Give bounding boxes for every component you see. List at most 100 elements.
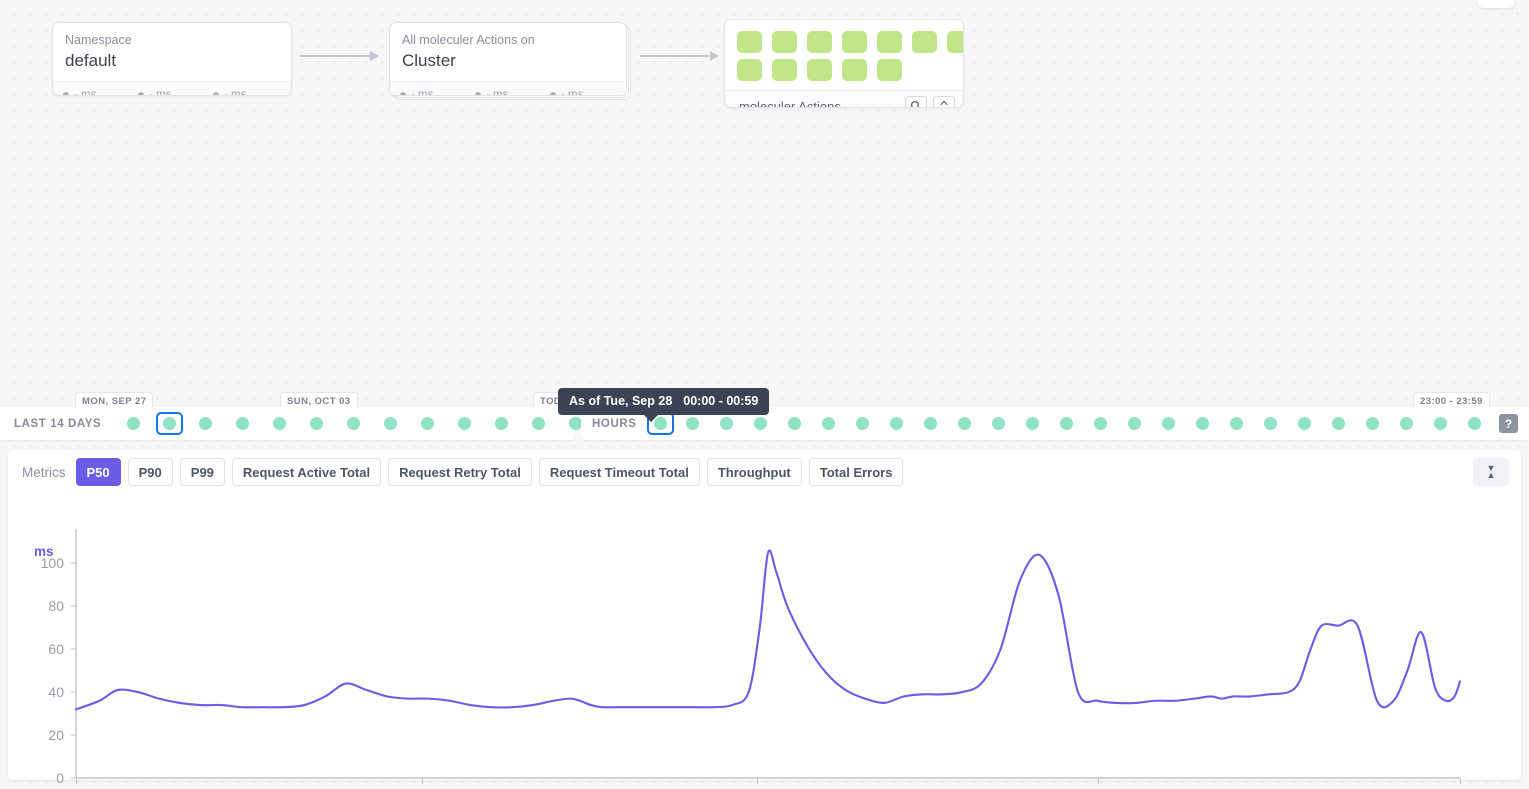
hour-dot[interactable] [1332, 417, 1346, 430]
search-icon[interactable] [905, 95, 927, 107]
timeline: MON, SEP 27SUN, OCT 03TODAY 23:00 - 23:5… [0, 388, 1529, 440]
metric-status-dot [475, 92, 481, 95]
connector-arrow-1 [300, 51, 379, 61]
metric-tab-p99[interactable]: P99 [179, 458, 225, 486]
hour-dot[interactable] [1162, 417, 1176, 430]
connector-arrow-2 [640, 51, 719, 61]
hour-dot[interactable] [788, 417, 802, 430]
node-title: default [65, 51, 117, 70]
hour-dot[interactable] [924, 417, 938, 430]
hour-dot[interactable] [856, 417, 870, 430]
metric-status-dot [400, 92, 406, 95]
day-dot-selected[interactable] [156, 412, 184, 435]
collapse-expand-icon[interactable]: ▼ ▲ [1473, 458, 1509, 486]
node-metric: - ms [550, 89, 625, 95]
hour-dot[interactable] [1060, 417, 1074, 430]
stepper-icon[interactable] [933, 95, 955, 107]
hour-dot[interactable] [992, 417, 1006, 430]
hour-dot[interactable] [1196, 417, 1210, 430]
metric-status-dot [550, 92, 556, 95]
hour-dot[interactable] [890, 417, 904, 430]
hour-dot[interactable] [1400, 417, 1414, 430]
metric-tab-throughput[interactable]: Throughput [706, 458, 802, 486]
node-metric: - ms [138, 89, 213, 95]
node-metric: - ms [213, 89, 288, 95]
node-subtitle: Namespace [65, 33, 132, 47]
action-tile[interactable] [877, 31, 902, 53]
day-dot[interactable] [310, 417, 324, 430]
tooltip-prefix: As of Tue, Sep 28 [569, 394, 673, 408]
days-band-label: LAST 14 DAYS [14, 417, 102, 430]
hour-dot[interactable] [958, 417, 972, 430]
metric-tab-list: P50 P90 P99 Request Active Total Request Ret… [75, 458, 911, 486]
node-card-namespace[interactable]: Namespace default - ms - ms - ms [52, 22, 292, 96]
metric-tab-request-active-total[interactable]: Request Active Total [231, 458, 382, 486]
metric-status-dot [138, 92, 144, 95]
hour-dot[interactable] [1094, 417, 1108, 430]
day-dot[interactable] [458, 417, 472, 430]
hour-dot[interactable] [1298, 417, 1312, 430]
moleculer-actions-group[interactable]: moleculer Actions [724, 19, 964, 108]
chart-plot-area [74, 529, 1462, 779]
hour-dot[interactable] [1264, 417, 1278, 430]
metric-tab-request-retry-total[interactable]: Request Retry Total [388, 458, 532, 486]
action-tile[interactable] [737, 59, 762, 81]
node-subtitle: All moleculer Actions on [402, 33, 535, 47]
day-dot[interactable] [127, 417, 141, 430]
action-tile[interactable] [807, 31, 832, 53]
timeline-days-band[interactable]: LAST 14 DAYS [0, 407, 657, 440]
action-tile[interactable] [772, 31, 797, 53]
day-dot[interactable] [421, 417, 435, 430]
hour-dot[interactable] [1230, 417, 1244, 430]
day-dot[interactable] [347, 417, 361, 430]
action-tile[interactable] [877, 59, 902, 81]
hour-dot[interactable] [1434, 417, 1448, 430]
action-tile[interactable] [772, 59, 797, 81]
node-metrics-row: - ms - ms - ms [53, 81, 291, 95]
action-tile[interactable] [807, 59, 832, 81]
metric-tab-request-timeout-total[interactable]: Request Timeout Total [538, 458, 700, 486]
node-metric: - ms [475, 89, 550, 95]
metrics-tabs-label: Metrics [22, 464, 66, 480]
node-metric: - ms [63, 89, 138, 95]
chart-x-tick-mark [757, 778, 759, 784]
top-edge-pill [1477, 0, 1515, 8]
hour-dot[interactable] [1026, 417, 1040, 430]
metric-tab-p50[interactable]: P50 [75, 458, 121, 486]
day-dot[interactable] [236, 417, 250, 430]
hour-dot[interactable] [1128, 417, 1142, 430]
action-tile[interactable] [912, 31, 937, 53]
action-tile[interactable] [842, 59, 867, 81]
metric-tab-total-errors[interactable]: Total Errors [808, 458, 904, 486]
node-title: Cluster [402, 51, 456, 70]
hour-dot-strip [645, 412, 1492, 435]
hour-dot[interactable] [686, 417, 700, 430]
day-dot[interactable] [199, 417, 213, 430]
node-card-body: All moleculer Actions on Cluster [390, 23, 626, 81]
hour-dot[interactable] [1468, 417, 1482, 430]
day-dot[interactable] [532, 417, 546, 430]
node-card-body: Namespace default [53, 23, 291, 81]
action-tile[interactable] [737, 31, 762, 53]
chart-x-tick-mark [76, 778, 77, 784]
help-icon[interactable]: ? [1499, 414, 1518, 433]
day-dot[interactable] [384, 417, 398, 430]
chart-x-tick-mark [422, 778, 423, 784]
tile-group-label: moleculer Actions [739, 98, 841, 108]
metric-tab-p90[interactable]: P90 [127, 458, 173, 486]
action-tile[interactable] [947, 31, 963, 53]
day-dot[interactable] [163, 417, 177, 430]
timeline-tooltip: As of Tue, Sep 28 00:00 - 00:59 [558, 388, 770, 422]
action-tile[interactable] [842, 31, 867, 53]
metrics-tabbar: Metrics P50 P90 P99 Request Active Total Req… [8, 450, 1521, 494]
metrics-panel: Metrics P50 P90 P99 Request Active Total Req… [8, 450, 1521, 786]
day-dot[interactable] [495, 417, 509, 430]
node-card-cluster[interactable]: All moleculer Actions on Cluster - ms - … [389, 22, 627, 96]
hour-dot[interactable] [1366, 417, 1380, 430]
day-dot[interactable] [273, 417, 287, 430]
hour-dot[interactable] [754, 417, 768, 430]
hour-dot[interactable] [822, 417, 836, 430]
hours-band-label: HOURS [592, 417, 637, 430]
action-tile-grid [725, 20, 963, 90]
hour-dot[interactable] [720, 417, 734, 430]
